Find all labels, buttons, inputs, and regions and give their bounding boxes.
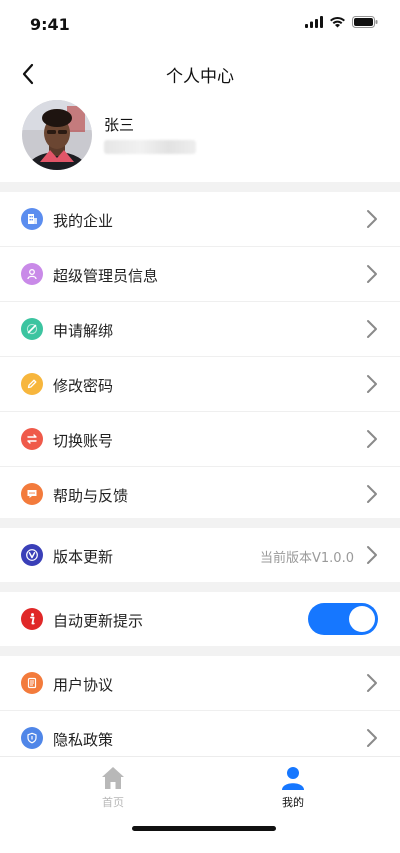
home-indicator [132,826,276,831]
home-icon [102,767,124,789]
tab-mine[interactable]: 我的 [253,765,333,815]
user-subtitle-redacted [104,140,196,154]
menu-item-super-admin-info[interactable]: 超级管理员信息 [0,247,400,301]
chevron-right-icon [367,485,377,503]
section-divider [0,518,400,528]
menu-item-label: 修改密码 [53,377,114,395]
menu-item-label: 版本更新 [53,548,114,566]
page-title: 个人中心 [166,67,234,87]
chevron-right-icon [367,375,377,393]
navigation-bar: 个人中心 [0,48,400,100]
section-divider [0,182,400,192]
menu-item-label: 帮助与反馈 [53,487,129,505]
pencil-icon [21,373,43,395]
menu-item-label: 自动更新提示 [53,612,144,630]
status-icons [305,16,378,28]
auto-update-toggle[interactable] [308,603,378,635]
status-time: 9:41 [30,15,70,34]
wifi-icon [330,16,345,28]
battery-icon [352,16,378,28]
current-version-text: 当前版本V1.0.0 [260,551,354,566]
tab-bar: 首页 我的 [0,756,400,853]
avatar-image [22,100,92,170]
user-name: 张三 [104,116,135,134]
section-divider [0,582,400,592]
menu-item-help-feedback[interactable]: 帮助与反馈 [0,467,400,521]
chevron-right-icon [367,210,377,228]
menu-item-switch-account[interactable]: 切换账号 [0,412,400,466]
signal-icon [305,16,323,28]
tab-home[interactable]: 首页 [73,765,153,815]
unbind-icon [21,318,43,340]
chevron-right-icon [367,729,377,747]
version-icon [21,544,43,566]
menu-item-label: 申请解绑 [53,322,114,340]
menu-item-my-company[interactable]: 我的企业 [0,192,400,246]
menu-item-user-agreement[interactable]: 用户协议 [0,656,400,710]
section-divider [0,646,400,656]
chat-icon [21,483,43,505]
menu-item-version-update[interactable]: 版本更新 当前版本V1.0.0 [0,528,400,582]
switch-icon [21,428,43,450]
tab-mine-label: 我的 [282,796,304,809]
user-icon [282,767,304,790]
chevron-right-icon [367,430,377,448]
chevron-right-icon [367,674,377,692]
menu-item-change-password[interactable]: 修改密码 [0,357,400,411]
menu-item-label: 超级管理员信息 [53,267,159,285]
profile-section: 张三 [0,100,400,182]
chevron-right-icon [367,265,377,283]
document-icon [21,672,43,694]
auto-update-row: 自动更新提示 [0,592,400,646]
admin-user-icon [21,263,43,285]
shield-icon [21,727,43,749]
menu-item-apply-unbind[interactable]: 申请解绑 [0,302,400,356]
status-bar: 9:41 [0,0,400,48]
menu-item-label: 用户协议 [53,676,114,694]
tab-home-label: 首页 [102,796,124,809]
chevron-right-icon [367,546,377,564]
chevron-right-icon [367,320,377,338]
info-icon [21,608,43,630]
menu-item-label: 隐私政策 [53,731,114,749]
toggle-knob [349,606,375,632]
menu-item-label: 我的企业 [53,212,114,230]
menu-item-label: 切换账号 [53,432,114,450]
avatar[interactable] [22,100,92,170]
building-icon [21,208,43,230]
